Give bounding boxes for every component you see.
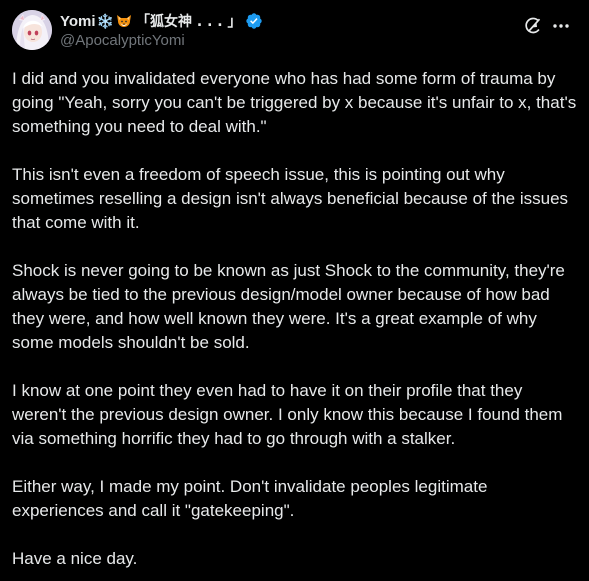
fox-icon: [117, 15, 131, 27]
anime-avatar-icon: [12, 10, 52, 50]
more-options-button[interactable]: [547, 12, 575, 40]
display-name-row[interactable]: Yomi ❄️ 「狐女神 . . . 」: [60, 11, 263, 31]
snowflake-icon: ❄️: [96, 13, 114, 29]
tweet-post: Yomi ❄️ 「狐女神 . . . 」 @ApocalypticYomi I …: [0, 0, 589, 581]
header-actions: [519, 12, 575, 40]
tweet-paragraph: I did and you invalidated everyone who h…: [12, 69, 577, 136]
tweet-paragraph: Either way, I made my point. Don't inval…: [12, 477, 488, 520]
more-options-icon: [553, 24, 569, 28]
verified-badge-icon[interactable]: [245, 12, 263, 30]
tweet-paragraph: Shock is never going to be known as just…: [12, 261, 565, 352]
author-names: Yomi ❄️ 「狐女神 . . . 」 @ApocalypticYomi: [60, 11, 263, 49]
display-name[interactable]: Yomi: [60, 13, 96, 30]
tweet-paragraph: I know at one point they even had to hav…: [12, 381, 563, 448]
tweet-paragraph: This isn't even a freedom of speech issu…: [12, 165, 569, 232]
handle[interactable]: @ApocalypticYomi: [60, 32, 263, 49]
tweet-paragraph: Have a nice day.: [12, 549, 138, 568]
tweet-header: Yomi ❄️ 「狐女神 . . . 」 @ApocalypticYomi: [12, 10, 577, 54]
grok-icon: [525, 17, 541, 34]
avatar[interactable]: [12, 10, 52, 50]
tweet-body: I did and you invalidated everyone who h…: [12, 67, 578, 571]
name-suffix: 「狐女神 . . . 」: [136, 14, 242, 30]
grok-button[interactable]: [519, 12, 547, 40]
